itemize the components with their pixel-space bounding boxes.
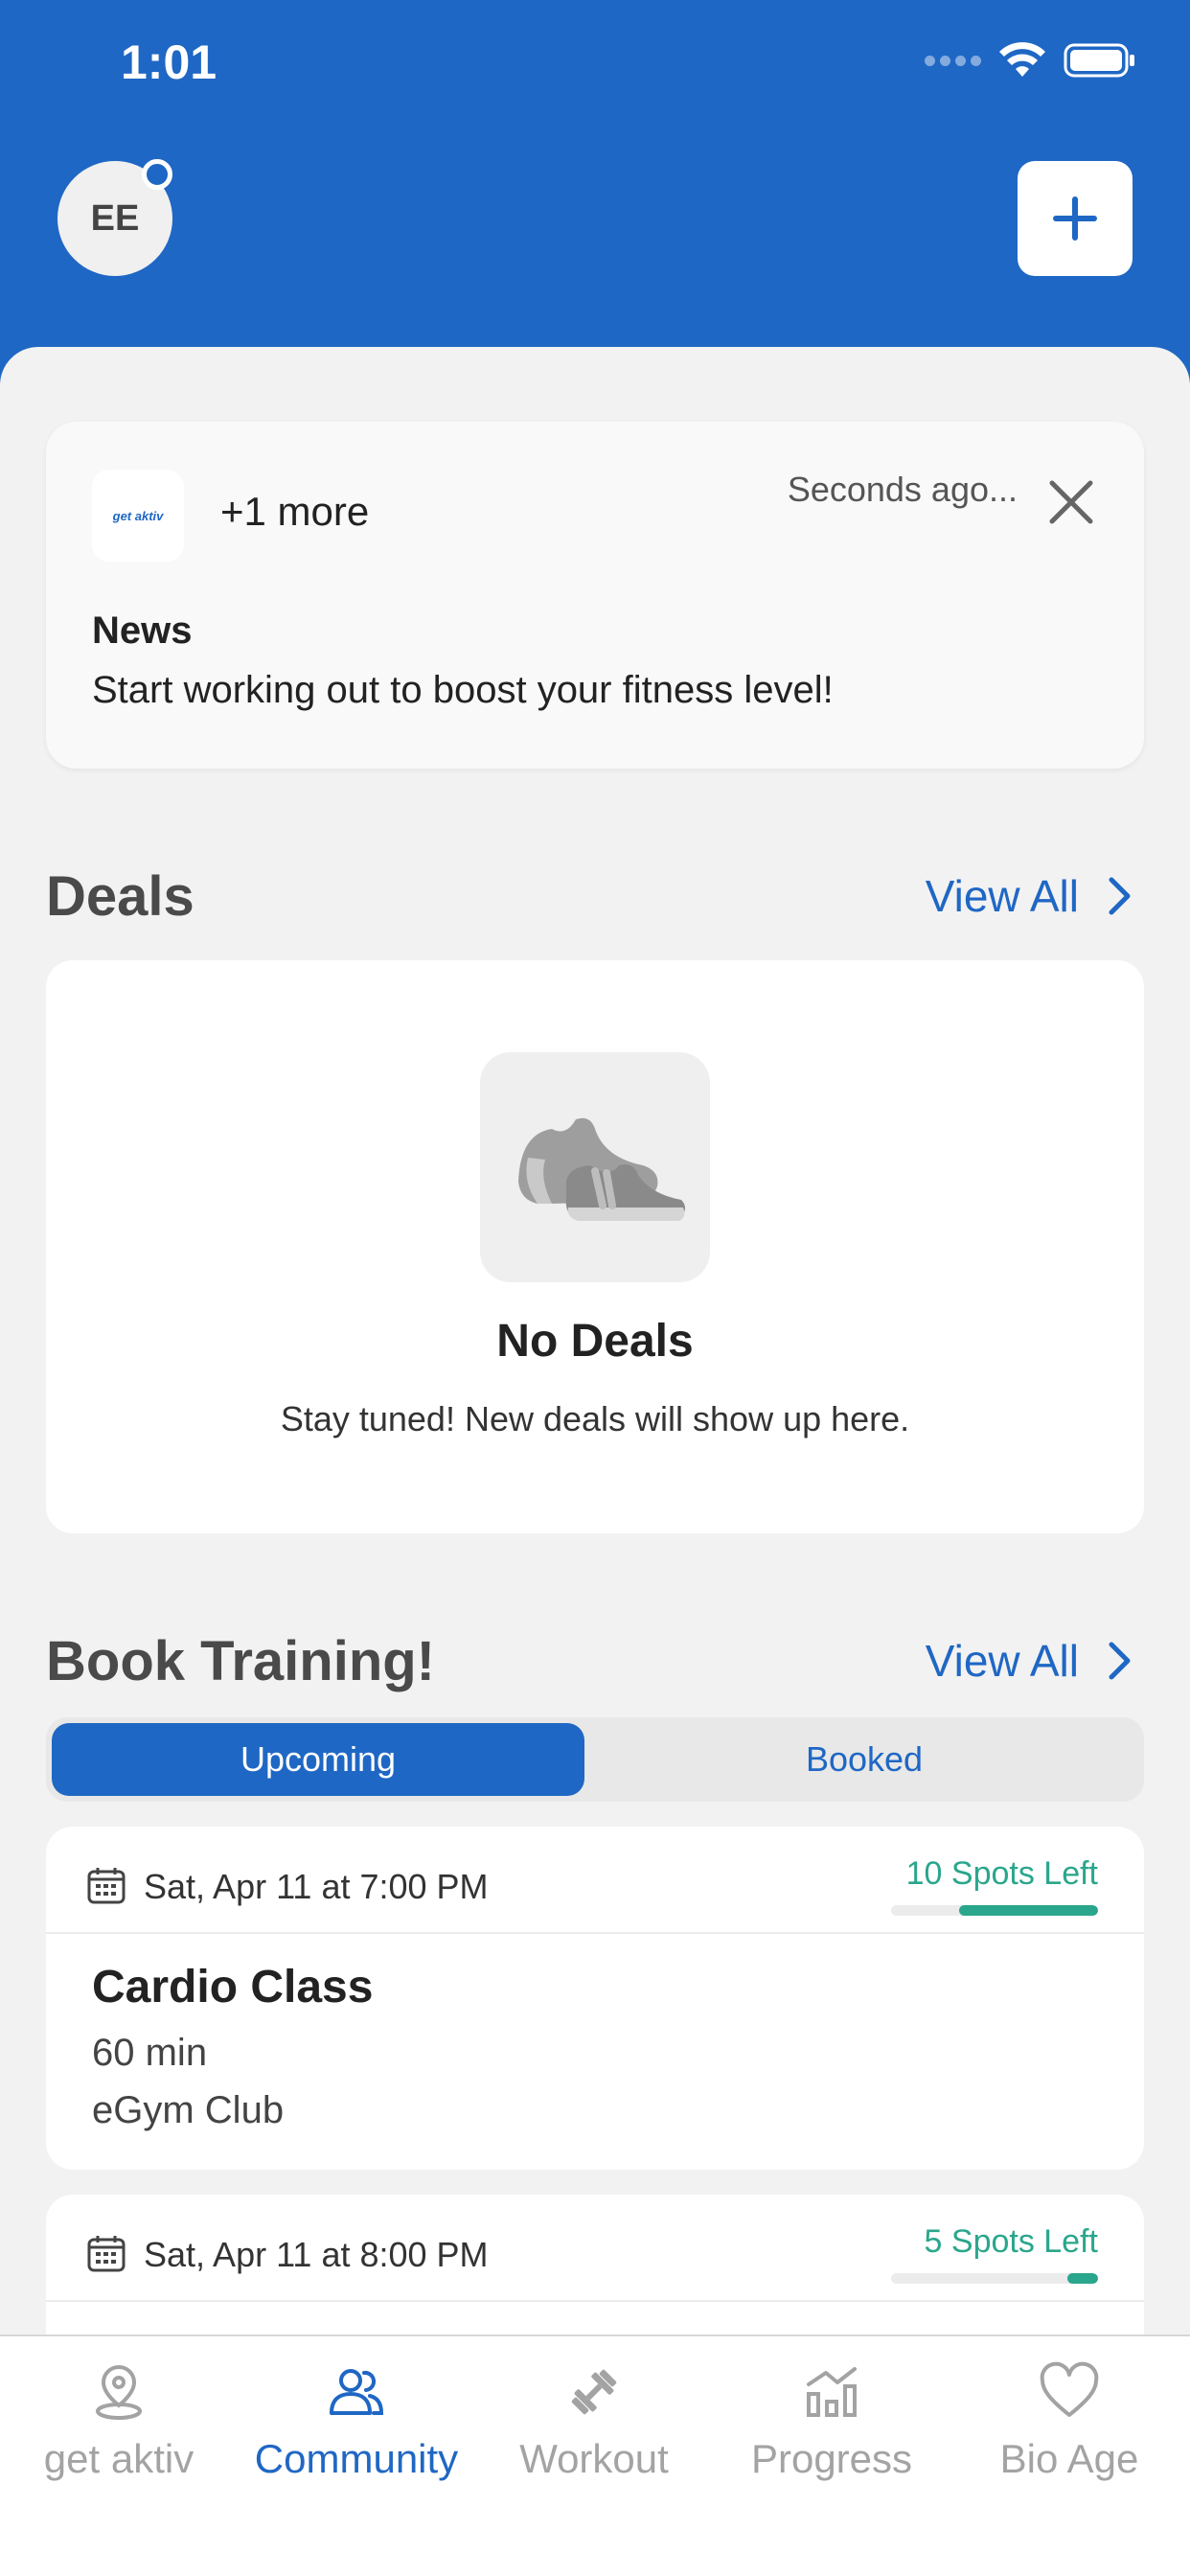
notification-dot <box>142 159 172 190</box>
training-date: Sat, Apr 11 at 7:00 PM <box>144 1867 489 1906</box>
tab-bar: get aktiv Community Workout Progress Bio… <box>0 2334 1190 2576</box>
app-header: 1:01 EE <box>0 0 1190 383</box>
deals-view-all-button[interactable]: View All <box>926 870 1133 922</box>
tab-bio-age[interactable]: Bio Age <box>950 2336 1188 2528</box>
spots-progress-fill <box>959 1905 1098 1916</box>
chevron-right-icon <box>1109 877 1131 915</box>
spots-progress-fill <box>1066 2273 1098 2284</box>
tab-label: Workout <box>519 2436 669 2481</box>
no-deals-title: No Deals <box>496 1316 694 1367</box>
plus-icon <box>1053 196 1097 241</box>
news-logo-text: get aktiv <box>112 508 164 523</box>
screen: 1:01 EE get aktiv +1 more Seconds ago...… <box>0 0 1190 2576</box>
news-more-label: +1 more <box>220 489 370 534</box>
news-logo: get aktiv <box>92 470 184 562</box>
close-icon[interactable] <box>1046 477 1096 527</box>
status-icons <box>925 42 1136 79</box>
deals-card: No Deals Stay tuned! New deals will show… <box>46 960 1144 1533</box>
tab-label: Bio Age <box>999 2436 1139 2481</box>
deals-section-title: Deals <box>46 865 195 928</box>
news-card[interactable]: get aktiv +1 more Seconds ago... News St… <box>46 422 1144 769</box>
news-time: Seconds ago... <box>787 470 1018 509</box>
training-card-header: Sat, Apr 11 at 7:00 PM 10 Spots Left <box>46 1827 1144 1934</box>
tab-label: Progress <box>750 2436 913 2481</box>
location-pin-icon <box>88 2361 149 2423</box>
training-segmented-control: Upcoming Booked <box>46 1717 1144 1802</box>
tab-upcoming[interactable]: Upcoming <box>52 1723 584 1796</box>
heart-icon <box>1039 2361 1100 2423</box>
tab-workout[interactable]: Workout <box>475 2336 713 2528</box>
people-icon <box>326 2361 387 2423</box>
cellular-signal-icon <box>925 55 981 66</box>
add-button[interactable] <box>1018 161 1133 276</box>
training-club: eGym Club <box>92 2089 285 2131</box>
training-date: Sat, Apr 11 at 8:00 PM <box>144 2235 489 2274</box>
tab-community[interactable]: Community <box>238 2336 475 2528</box>
wifi-icon <box>999 42 1045 77</box>
calendar-icon <box>87 2236 126 2272</box>
spots-left: 5 Spots Left <box>924 2223 1098 2260</box>
training-card-header: Sat, Apr 11 at 8:00 PM 5 Spots Left <box>46 2195 1144 2302</box>
deals-view-all-label: View All <box>925 871 1079 921</box>
bar-chart-icon <box>801 2361 862 2423</box>
calendar-icon <box>87 1868 126 1904</box>
spots-progress-bar <box>891 2273 1098 2284</box>
tab-get-aktiv[interactable]: get aktiv <box>0 2336 238 2528</box>
training-card[interactable]: Sat, Apr 11 at 7:00 PM 10 Spots Left Car… <box>46 1827 1144 2170</box>
training-duration: 60 min <box>92 2032 208 2074</box>
tab-label: get aktiv <box>43 2436 195 2481</box>
training-view-all-label: View All <box>925 1636 1079 1686</box>
battery-icon <box>1064 43 1134 78</box>
training-name: Cardio Class <box>92 1962 374 2012</box>
tab-progress[interactable]: Progress <box>713 2336 950 2528</box>
training-section-title: Book Training! <box>46 1630 435 1692</box>
chevron-right-icon <box>1109 1642 1131 1680</box>
no-deals-subtitle: Stay tuned! New deals will show up here. <box>280 1399 910 1438</box>
news-title: News <box>92 610 193 652</box>
news-body: Start working out to boost your fitness … <box>92 669 834 711</box>
sneakers-icon <box>480 1052 710 1282</box>
spots-progress-bar <box>891 1905 1098 1916</box>
tab-label: Community <box>254 2436 459 2481</box>
status-time: 1:01 <box>121 35 217 89</box>
dumbbell-icon <box>563 2361 625 2423</box>
training-view-all-button[interactable]: View All <box>926 1635 1133 1687</box>
tab-booked[interactable]: Booked <box>590 1723 1138 1796</box>
spots-left: 10 Spots Left <box>905 1855 1098 1892</box>
